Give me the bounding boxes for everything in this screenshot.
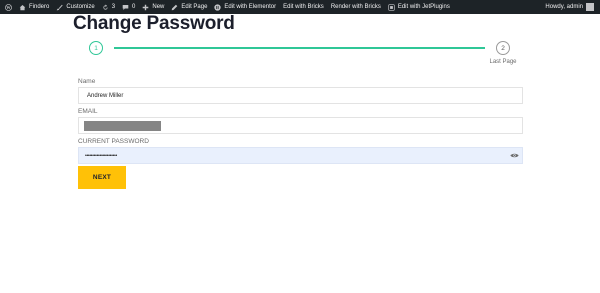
jetplugins-icon — [388, 3, 395, 11]
edit-jetplugins-label: Edit with JetPlugins — [397, 4, 450, 10]
avatar — [586, 3, 594, 11]
edit-elementor-label: Edit with Elementor — [224, 4, 277, 10]
name-field[interactable]: Andrew Miller — [78, 87, 523, 104]
comments-link[interactable]: 0 — [119, 0, 139, 14]
current-password-field[interactable]: •••••••••••••••••••••• — [78, 147, 523, 164]
edit-page-label: Edit Page — [181, 4, 208, 10]
comments-count: 0 — [132, 4, 136, 10]
customize-link[interactable]: Customize — [53, 0, 98, 14]
new-content-menu[interactable]: New — [139, 0, 168, 14]
updates-count: 3 — [111, 4, 116, 10]
my-account-menu[interactable]: Howdy, admin — [545, 0, 600, 14]
wp-admin-bar: W Findero Customize 3 0 New Edit Page Ed… — [0, 0, 600, 14]
elementor-icon — [214, 3, 222, 11]
password-dots: •••••••••••••••••••••• — [85, 152, 117, 159]
brush-icon — [56, 4, 63, 11]
house-icon — [19, 4, 26, 11]
name-value: Andrew Miller — [87, 92, 124, 99]
edit-bricks-link[interactable]: Edit with Bricks — [280, 0, 328, 14]
site-name-label: Findero — [29, 4, 50, 10]
current-password-label: CURRENT PASSWORD — [78, 138, 149, 145]
eye-icon[interactable] — [510, 152, 519, 159]
page-title: Change Password — [73, 13, 235, 34]
pencil-icon — [171, 4, 178, 11]
render-bricks-label: Render with Bricks — [330, 4, 381, 10]
render-bricks-link[interactable]: Render with Bricks — [327, 0, 384, 14]
updates-link[interactable]: 3 — [98, 0, 118, 14]
email-redaction — [84, 120, 161, 131]
edit-page-link[interactable]: Edit Page — [168, 0, 211, 14]
step-2-label: Last Page — [489, 59, 517, 65]
new-label: New — [152, 4, 165, 10]
step-1-indicator: 1 — [89, 41, 103, 55]
edit-elementor-link[interactable]: Edit with Elementor — [211, 0, 280, 14]
step-2-indicator: 2 — [496, 41, 510, 55]
wordpress-menu[interactable]: W — [0, 0, 16, 14]
refresh-icon — [102, 4, 109, 11]
site-name-menu[interactable]: Findero — [16, 0, 53, 14]
howdy-greeting: Howdy, admin — [545, 4, 583, 10]
plus-icon — [142, 4, 149, 11]
wordpress-icon: W — [5, 3, 12, 11]
comment-icon — [122, 4, 129, 11]
customize-label: Customize — [66, 4, 95, 10]
edit-jetplugins-link[interactable]: Edit with JetPlugins — [384, 0, 453, 14]
email-field[interactable] — [78, 117, 523, 134]
edit-bricks-label: Edit with Bricks — [283, 4, 324, 10]
next-button[interactable]: NEXT — [78, 166, 126, 189]
email-label: EMAIL — [78, 108, 98, 115]
name-label: Name — [78, 78, 96, 85]
progress-line — [114, 47, 485, 49]
